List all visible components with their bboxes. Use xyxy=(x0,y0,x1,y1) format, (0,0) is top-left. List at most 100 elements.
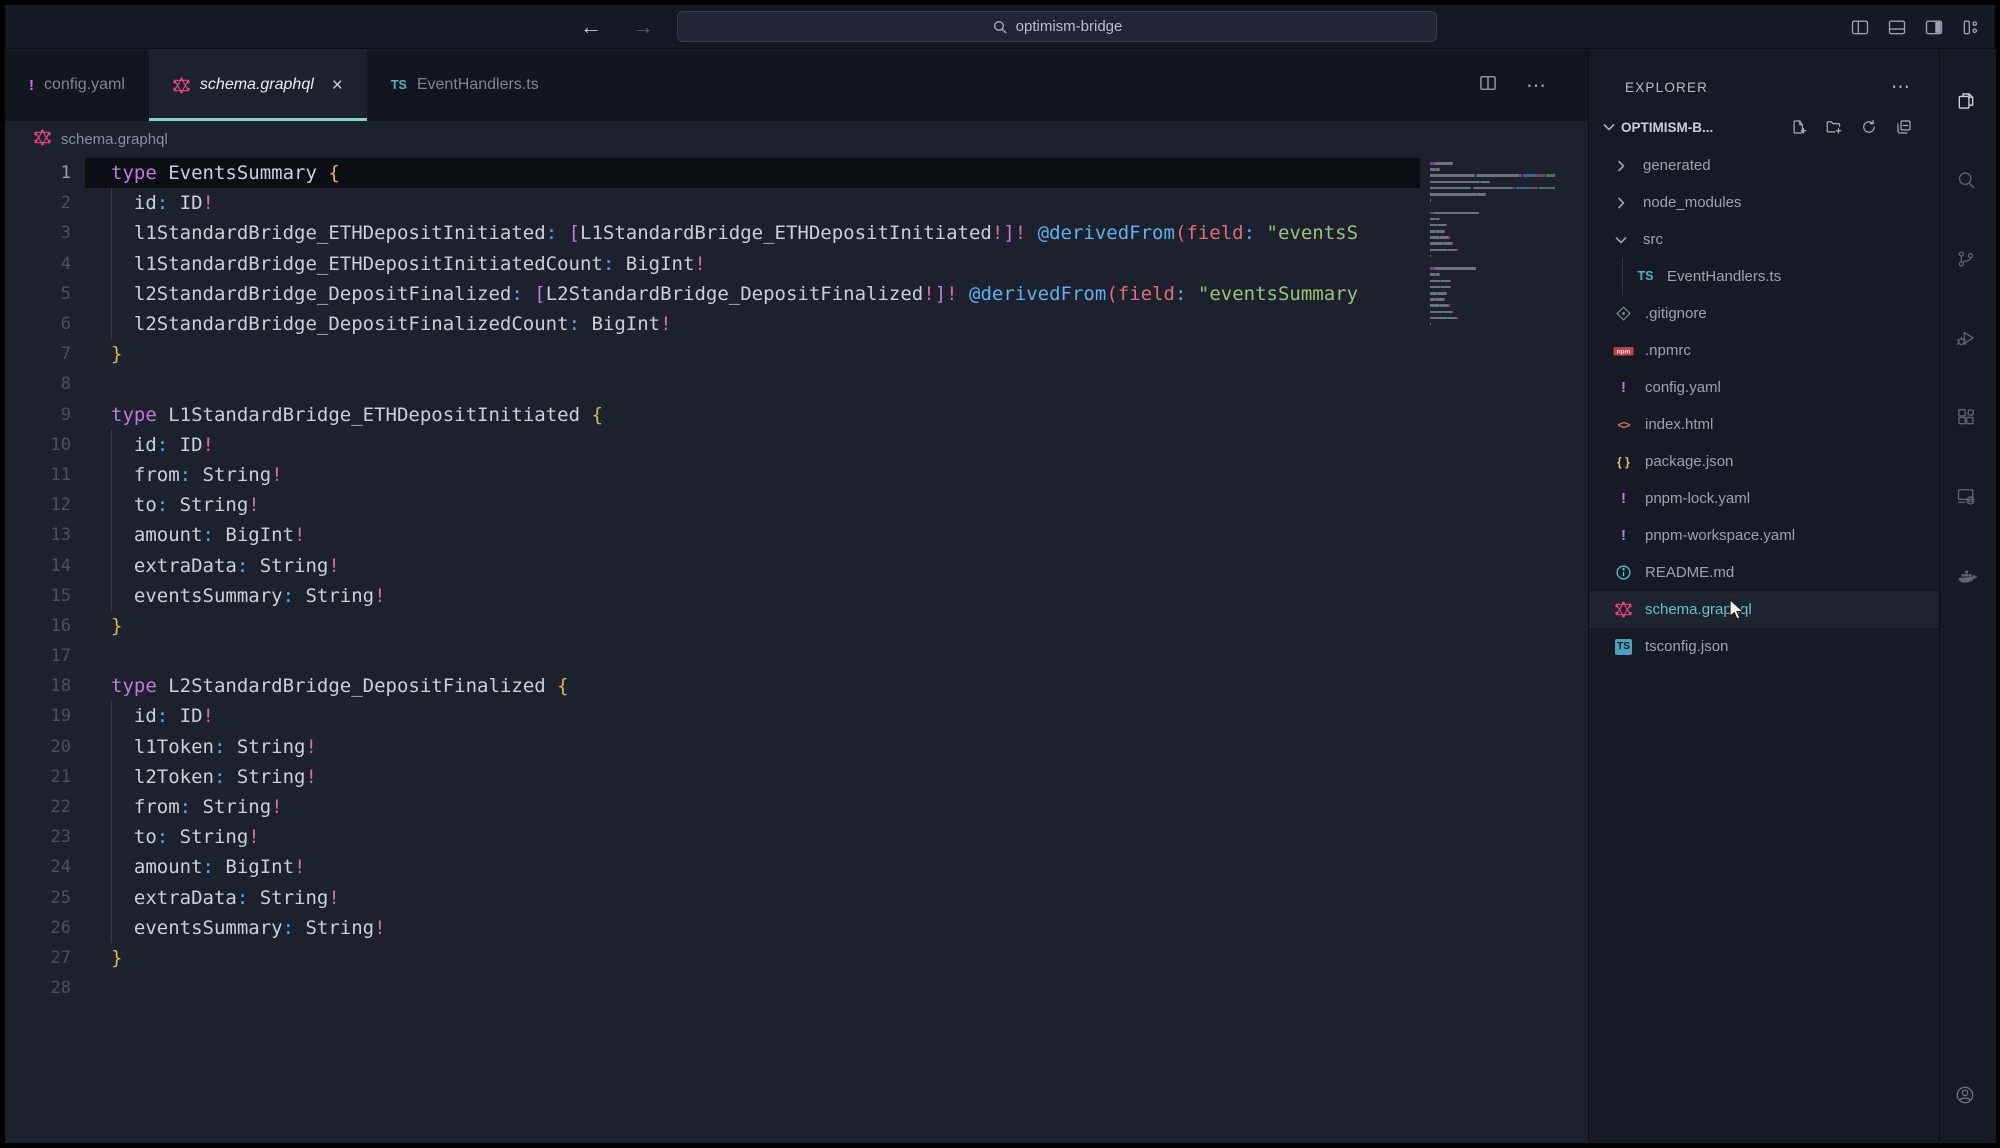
new-folder-icon[interactable] xyxy=(1825,118,1843,136)
code-line-20[interactable]: 20 l1Token: String! xyxy=(5,732,1588,762)
code-line-2[interactable]: 2 id: ID! xyxy=(5,188,1588,218)
code-line-11[interactable]: 11 from: String! xyxy=(5,460,1588,490)
docker-icon[interactable] xyxy=(1956,565,1980,589)
remote-explorer-icon[interactable] xyxy=(1956,486,1980,510)
file-tree: generated node_modulessrc TSEventHandlers.… xyxy=(1589,145,1939,1143)
code-line-text: l2Token: String! xyxy=(111,766,317,788)
code-line-1[interactable]: 1type EventsSummary { xyxy=(5,158,1588,188)
new-file-icon[interactable] xyxy=(1790,118,1808,136)
line-number: 21 xyxy=(5,767,71,787)
code-line-10[interactable]: 10 id: ID! xyxy=(5,430,1588,460)
code-line-4[interactable]: 4 l1StandardBridge_ETHDepositInitiatedCo… xyxy=(5,249,1588,279)
code-line-5[interactable]: 5 l2StandardBridge_DepositFinalized: [L2… xyxy=(5,279,1588,309)
code-line-21[interactable]: 21 l2Token: String! xyxy=(5,762,1588,792)
tree-item-pnpm-workspace-yaml[interactable]: !pnpm-workspace.yaml xyxy=(1589,517,1939,554)
breadcrumb[interactable]: schema.graphql xyxy=(5,121,1588,158)
run-debug-icon[interactable] xyxy=(1956,328,1980,352)
code-line-text: l2StandardBridge_DepositFinalizedCount: … xyxy=(111,313,672,335)
explorer-more-icon[interactable]: ⋯ xyxy=(1891,76,1911,99)
tree-item-config-yaml[interactable]: !config.yaml xyxy=(1589,369,1939,406)
code-line-18[interactable]: 18type L2StandardBridge_DepositFinalized… xyxy=(5,671,1588,701)
code-line-6[interactable]: 6 l2StandardBridge_DepositFinalizedCount… xyxy=(5,309,1588,339)
code-line-12[interactable]: 12 to: String! xyxy=(5,490,1588,520)
refresh-explorer-icon[interactable] xyxy=(1860,118,1878,136)
tree-item-package-json[interactable]: { }package.json xyxy=(1589,443,1939,480)
tree-item-npmrc[interactable]: npm.npmrc xyxy=(1589,332,1939,369)
toggle-panel-left-icon[interactable] xyxy=(1850,17,1870,37)
graphql-icon xyxy=(1613,601,1634,618)
code-line-3[interactable]: 3 l1StandardBridge_ETHDepositInitiated: … xyxy=(5,218,1588,248)
code-line-19[interactable]: 19 id: ID! xyxy=(5,701,1588,731)
line-number: 9 xyxy=(5,405,71,425)
code-line-26[interactable]: 26 eventsSummary: String! xyxy=(5,913,1588,943)
code-line-text: type EventsSummary { xyxy=(111,162,340,184)
tree-item-pnpm-lock-yaml[interactable]: !pnpm-lock.yaml xyxy=(1589,480,1939,517)
code-line-8[interactable]: 8 xyxy=(5,369,1588,399)
code-line-14[interactable]: 14 extraData: String! xyxy=(5,550,1588,580)
tree-item-src[interactable]: src xyxy=(1589,221,1939,258)
search-icon xyxy=(992,19,1008,35)
line-number: 17 xyxy=(5,646,71,666)
line-number: 24 xyxy=(5,857,71,877)
yaml-icon: ! xyxy=(1613,528,1634,543)
tree-item-label: src xyxy=(1643,231,1663,248)
tab-config-yaml[interactable]: ! config.yaml xyxy=(5,49,149,121)
minimap[interactable] xyxy=(1430,161,1564,334)
tree-item-schema-graphql[interactable]: schema.graphql xyxy=(1589,591,1939,628)
source-control-icon[interactable] xyxy=(1956,249,1980,273)
code-line-text: amount: BigInt! xyxy=(111,524,306,546)
code-line-28[interactable]: 28 xyxy=(5,973,1588,1003)
workspace-section-header[interactable]: OPTIMISM-B... xyxy=(1589,109,1939,145)
code-editor[interactable]: 1type EventsSummary {2 id: ID!3 l1Standa… xyxy=(5,158,1588,1143)
code-line-23[interactable]: 23 to: String! xyxy=(5,822,1588,852)
code-line-22[interactable]: 22 from: String! xyxy=(5,792,1588,822)
command-center-search[interactable]: optimism-bridge xyxy=(677,11,1437,42)
workspace-name: OPTIMISM-B... xyxy=(1621,120,1713,135)
yaml-icon: ! xyxy=(29,78,34,93)
account-icon[interactable] xyxy=(1955,1085,1981,1111)
more-actions-icon[interactable]: ⋯ xyxy=(1526,73,1548,98)
explorer-view-icon[interactable] xyxy=(1956,91,1980,115)
navigate-forward-button[interactable]: → xyxy=(632,14,654,40)
close-tab-icon[interactable]: × xyxy=(332,76,343,95)
chevron-right-icon xyxy=(1613,195,1631,211)
tree-item-label: node_modules xyxy=(1643,194,1741,211)
tree-item-index-html[interactable]: <>index.html xyxy=(1589,406,1939,443)
tab-label: EventHandlers.ts xyxy=(417,76,539,94)
line-number: 4 xyxy=(5,254,71,274)
tree-item-gitignore[interactable]: .gitignore xyxy=(1589,295,1939,332)
toggle-panel-bottom-icon[interactable] xyxy=(1887,17,1907,37)
search-view-icon[interactable] xyxy=(1956,170,1980,194)
git-icon xyxy=(1613,305,1634,322)
code-line-7[interactable]: 7} xyxy=(5,339,1588,369)
tree-item-label: README.md xyxy=(1645,564,1734,581)
chevron-down-icon xyxy=(1613,232,1631,248)
code-line-13[interactable]: 13 amount: BigInt! xyxy=(5,520,1588,550)
code-line-16[interactable]: 16} xyxy=(5,611,1588,641)
code-line-27[interactable]: 27} xyxy=(5,943,1588,973)
split-editor-icon[interactable] xyxy=(1478,73,1498,98)
collapse-folders-icon[interactable] xyxy=(1895,118,1913,136)
info-icon xyxy=(1613,564,1634,581)
tab-eventhandlers-ts[interactable]: TS EventHandlers.ts xyxy=(367,49,563,121)
tree-item-generated[interactable]: generated xyxy=(1589,147,1939,184)
code-line-25[interactable]: 25 extraData: String! xyxy=(5,883,1588,913)
extensions-icon[interactable] xyxy=(1956,407,1980,431)
toggle-sidebar-right-icon[interactable] xyxy=(1924,17,1944,37)
navigate-back-button[interactable]: ← xyxy=(580,14,602,40)
title-bar: ← → optimism-bridge xyxy=(5,5,1995,49)
tree-item-tsconfig-json[interactable]: TStsconfig.json xyxy=(1589,628,1939,665)
customize-layout-icon[interactable] xyxy=(1961,17,1981,37)
tree-item-eventhandlers-ts[interactable]: TSEventHandlers.ts xyxy=(1589,258,1939,295)
code-line-9[interactable]: 9type L1StandardBridge_ETHDepositInitiat… xyxy=(5,400,1588,430)
line-number: 25 xyxy=(5,888,71,908)
line-number: 2 xyxy=(5,193,71,213)
code-line-text: eventsSummary: String! xyxy=(111,917,386,939)
code-line-15[interactable]: 15 eventsSummary: String! xyxy=(5,581,1588,611)
code-line-17[interactable]: 17 xyxy=(5,641,1588,671)
code-line-text: type L2StandardBridge_DepositFinalized { xyxy=(111,675,569,697)
tab-schema-graphql[interactable]: schema.graphql × xyxy=(149,49,367,121)
tree-item-readme-md[interactable]: README.md xyxy=(1589,554,1939,591)
code-line-24[interactable]: 24 amount: BigInt! xyxy=(5,852,1588,882)
tree-item-node-modules[interactable]: node_modules xyxy=(1589,184,1939,221)
